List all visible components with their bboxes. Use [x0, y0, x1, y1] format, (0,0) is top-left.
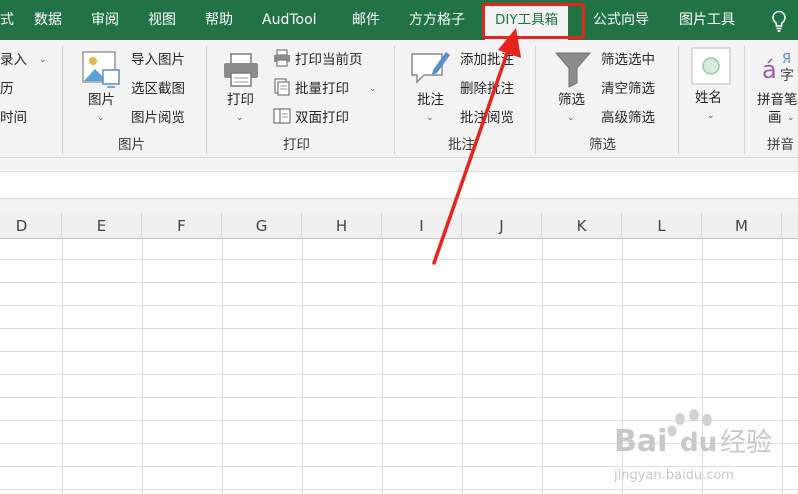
- group-label-pinyin: 拼音: [767, 137, 794, 153]
- group-separator: [206, 46, 207, 154]
- tab-audtool[interactable]: AudTool: [262, 0, 317, 40]
- name-button-label[interactable]: 姓名: [695, 90, 722, 106]
- tab-diy-toolbox[interactable]: DIY工具箱: [485, 3, 569, 40]
- group-label-comment: 批注: [448, 137, 475, 153]
- column-header-f[interactable]: F: [142, 213, 222, 239]
- baidu-jingyan-watermark: Bai du 经验 jingyan.baidu.com: [613, 409, 772, 483]
- pinyin-button-label-line2[interactable]: 画: [768, 110, 782, 126]
- chevron-down-icon[interactable]: ⌄: [567, 113, 575, 123]
- column-header-h[interactable]: H: [302, 213, 382, 239]
- group-label-filter: 筛选: [589, 137, 616, 153]
- picture-icon[interactable]: [81, 48, 121, 88]
- group-label-print: 打印: [283, 137, 310, 153]
- svg-text:字: 字: [780, 68, 794, 84]
- ribbon: 录入 ⌄ 历 时间 图片 ⌄ 导入图片 选区截图 图片阅览 图片 打印 ⌄ 打印…: [0, 40, 798, 158]
- column-header-i[interactable]: I: [382, 213, 462, 239]
- name-icon[interactable]: [691, 47, 731, 85]
- chevron-down-icon[interactable]: ⌄: [97, 113, 105, 123]
- group-separator: [744, 46, 745, 154]
- formula-bar[interactable]: [0, 171, 798, 199]
- group-label-picture: 图片: [118, 137, 145, 153]
- print-button-label[interactable]: 打印: [227, 92, 254, 108]
- tab-review[interactable]: 审阅: [91, 0, 119, 40]
- group-separator: [394, 46, 395, 154]
- column-header-e[interactable]: E: [62, 213, 142, 239]
- column-header-d[interactable]: D: [0, 213, 62, 239]
- formula-gap: [0, 199, 798, 213]
- pinyin-icon[interactable]: á Я 字: [760, 50, 798, 86]
- svg-text:Я: Я: [782, 52, 791, 67]
- tab-fangfang[interactable]: 方方格子: [409, 0, 465, 40]
- column-header-g[interactable]: G: [222, 213, 302, 239]
- chevron-down-icon[interactable]: ⌄: [236, 113, 244, 123]
- chevron-down-icon[interactable]: ⌄: [39, 55, 47, 65]
- watermark-url: jingyan.baidu.com: [613, 468, 734, 483]
- watermark-brand-bai: Bai: [614, 424, 667, 459]
- watermark-brand-du: du: [680, 428, 717, 458]
- advanced-filter-item[interactable]: 高级筛选: [601, 110, 655, 126]
- print-current-page-item[interactable]: 打印当前页: [295, 52, 363, 68]
- duplex-print-item[interactable]: 双面打印: [295, 110, 349, 126]
- group-separator: [678, 46, 679, 154]
- group-separator: [62, 46, 63, 154]
- column-header-l[interactable]: L: [622, 213, 702, 239]
- ribbon-gap: [0, 159, 798, 171]
- tab-view[interactable]: 视图: [148, 0, 176, 40]
- chevron-down-icon[interactable]: ⌄: [787, 113, 795, 123]
- duplex-print-icon[interactable]: [273, 107, 291, 125]
- add-comment-item[interactable]: 添加批注: [460, 52, 514, 68]
- comment-icon[interactable]: [409, 48, 451, 88]
- tab-mail[interactable]: 邮件: [352, 0, 380, 40]
- svg-text:á: á: [762, 56, 777, 84]
- column-header-j[interactable]: J: [462, 213, 542, 239]
- filter-button-label[interactable]: 筛选: [558, 92, 585, 108]
- column-header-k[interactable]: K: [542, 213, 622, 239]
- tab-picture-tools[interactable]: 图片工具: [679, 0, 735, 40]
- menu-tab-bar: 式 数据 审阅 视图 帮助 AudTool 邮件 方方格子 DIY工具箱 公式向…: [0, 0, 798, 40]
- column-header-row: D E F G H I J K L M: [0, 213, 798, 239]
- region-screenshot-item[interactable]: 选区截图: [131, 81, 185, 97]
- tab-formulas[interactable]: 式: [0, 0, 14, 40]
- group-separator: [535, 46, 536, 154]
- tab-formula-wizard[interactable]: 公式向导: [593, 0, 649, 40]
- tab-data[interactable]: 数据: [34, 0, 62, 40]
- delete-comment-item[interactable]: 删除批注: [460, 81, 514, 97]
- comment-button-label[interactable]: 批注: [417, 92, 444, 108]
- tab-help[interactable]: 帮助: [205, 0, 233, 40]
- pinyin-button-label[interactable]: 拼音笔: [757, 92, 798, 108]
- filter-funnel-icon[interactable]: [553, 50, 593, 88]
- batch-print-item[interactable]: 批量打印: [295, 81, 349, 97]
- lightbulb-icon[interactable]: [770, 10, 788, 32]
- filter-selected-item[interactable]: 筛选选中: [601, 52, 655, 68]
- watermark-brand-jingyan: 经验: [720, 428, 772, 458]
- partial-item-time[interactable]: 时间: [0, 110, 27, 126]
- picture-button-label[interactable]: 图片: [88, 92, 115, 108]
- column-header-m[interactable]: M: [702, 213, 782, 239]
- partial-item-calendar[interactable]: 历: [0, 81, 14, 97]
- picture-preview-item[interactable]: 图片阅览: [131, 110, 185, 126]
- chevron-down-icon[interactable]: ⌄: [426, 113, 434, 123]
- batch-print-icon[interactable]: [273, 78, 291, 96]
- chevron-down-icon[interactable]: ⌄: [369, 84, 377, 94]
- clear-filter-item[interactable]: 清空筛选: [601, 81, 655, 97]
- partial-item-entry[interactable]: 录入: [0, 52, 27, 68]
- chevron-down-icon[interactable]: ⌄: [707, 111, 715, 121]
- print-page-icon[interactable]: [273, 49, 291, 67]
- import-picture-item[interactable]: 导入图片: [131, 52, 185, 68]
- printer-icon[interactable]: [222, 52, 260, 88]
- comment-preview-item[interactable]: 批注阅览: [460, 110, 514, 126]
